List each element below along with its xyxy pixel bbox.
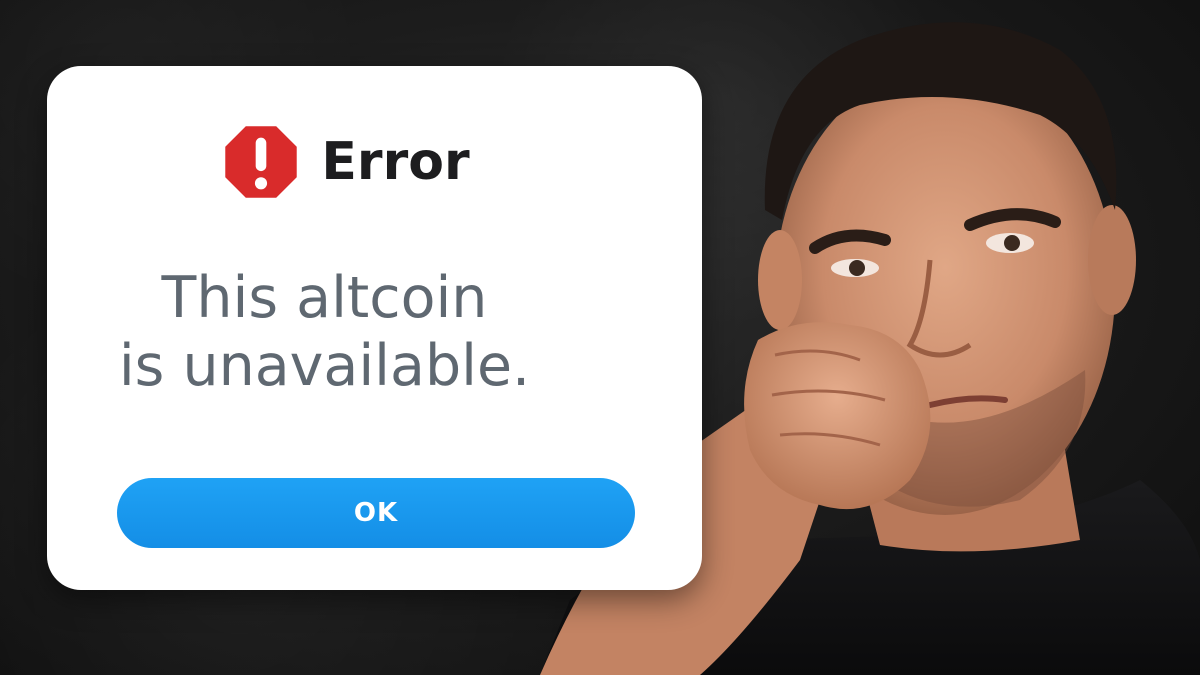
dialog-message: This altcoin is unavailable. bbox=[0, 264, 652, 400]
error-dialog: Error This altcoin is unavailable. OK bbox=[47, 66, 702, 590]
stop-sign-exclamation-icon bbox=[225, 126, 298, 198]
dialog-title: Error bbox=[321, 132, 470, 192]
dialog-message-line-2: is unavailable. bbox=[118, 333, 531, 399]
ok-button[interactable]: OK bbox=[117, 478, 635, 548]
dialog-header: Error bbox=[19, 124, 674, 200]
dialog-message-line-1: This altcoin bbox=[161, 265, 488, 331]
